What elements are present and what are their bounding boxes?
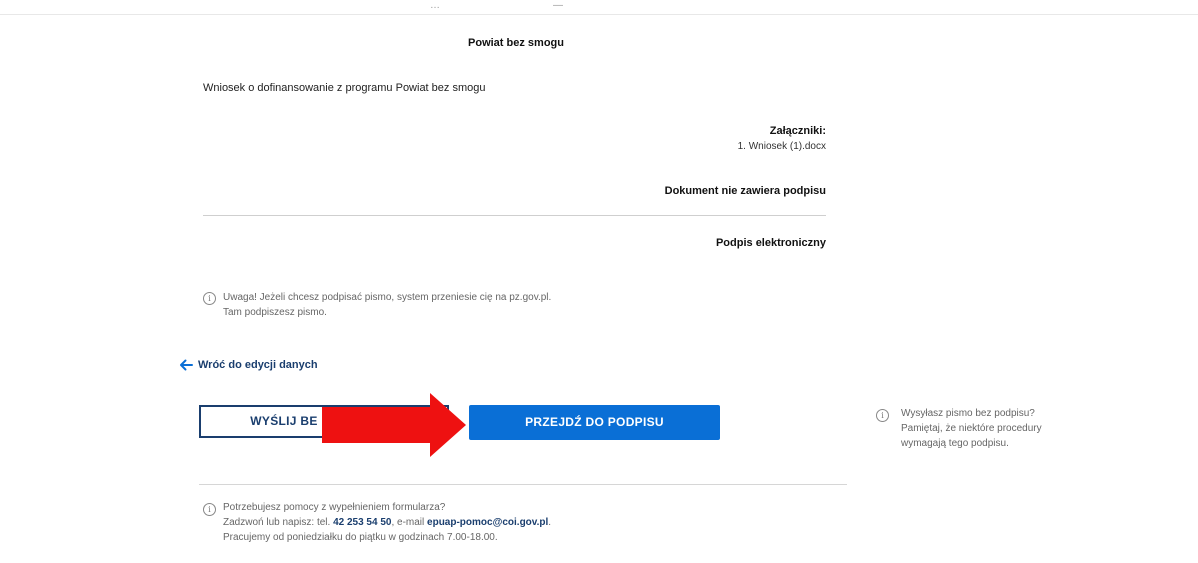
divider: [199, 484, 847, 485]
attachment-item: 1. Wniosek (1).docx: [737, 141, 826, 152]
help-contact-prefix: Zadzwoń lub napisz: tel.: [223, 517, 331, 528]
back-link-label: Wróć do edycji danych: [198, 359, 318, 371]
info-icon: i: [203, 292, 216, 305]
top-strip: … —: [0, 0, 1198, 15]
side-note: Wysyłasz pismo bez podpisu? Pamiętaj, że…: [901, 406, 1042, 451]
help-contact-line: Zadzwoń lub napisz: tel. 42 253 54 50, e…: [223, 515, 551, 530]
side-note-line: Wysyłasz pismo bez podpisu?: [901, 408, 1035, 419]
signing-notice-line: Tam podpiszesz pismo.: [223, 307, 327, 318]
signing-notice-line: Uwaga! Jeżeli chcesz podpisać pismo, sys…: [223, 292, 552, 303]
info-icon: i: [876, 409, 889, 422]
send-without-signature-label: WYŚLIJ BE: [250, 414, 318, 428]
go-to-signature-button[interactable]: PRZEJDŹ DO PODPISU: [469, 405, 720, 440]
help-contact-suffix: .: [548, 517, 552, 528]
side-note-line: Pamiętaj, że niektóre procedury: [901, 423, 1042, 434]
info-icon: i: [203, 503, 216, 516]
attachments-header: Załączniki:: [769, 125, 826, 137]
signing-notice: Uwaga! Jeżeli chcesz podpisać pismo, sys…: [223, 290, 551, 320]
divider: [203, 215, 826, 216]
help-box: Potrzebujesz pomocy z wypełnieniem formu…: [223, 500, 551, 545]
cropped-text-fragment: …: [430, 0, 440, 11]
help-line: Potrzebujesz pomocy z wypełnieniem formu…: [223, 502, 446, 513]
document-title: Powiat bez smogu: [468, 37, 564, 49]
document-body: Wniosek o dofinansowanie z programu Powi…: [203, 82, 486, 94]
arrow-left-icon: [180, 359, 193, 371]
back-to-edit-link[interactable]: Wróć do edycji danych: [179, 359, 318, 371]
go-to-signature-label: PRZEJDŹ DO PODPISU: [525, 415, 664, 429]
help-email-link[interactable]: epuap-pomoc@coi.gov.pl: [427, 517, 548, 528]
red-arrow-icon: [322, 393, 466, 457]
side-note-line: wymagają tego podpisu.: [901, 438, 1009, 449]
help-contact-mid: , e-mail: [391, 517, 425, 528]
electronic-signature-label: Podpis elektroniczny: [715, 237, 826, 249]
cropped-text-fragment: —: [553, 0, 563, 11]
signature-status: Dokument nie zawiera podpisu: [664, 185, 826, 197]
help-phone[interactable]: 42 253 54 50: [333, 517, 391, 528]
help-hours-line: Pracujemy od poniedziałku do piątku w go…: [223, 532, 498, 543]
